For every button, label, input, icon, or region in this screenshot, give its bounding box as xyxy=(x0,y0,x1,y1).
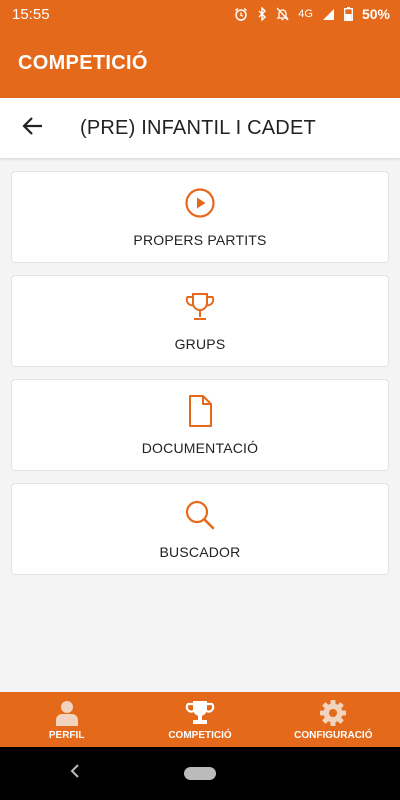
bottom-navigation: PERFIL COMPETICIÓ CONFIGURACIÓ xyxy=(0,692,400,747)
document-icon xyxy=(186,394,214,428)
menu-item-grups[interactable]: GRUPS xyxy=(11,275,389,367)
search-icon xyxy=(184,498,216,532)
menu-item-label: BUSCADOR xyxy=(159,544,241,560)
alarm-icon xyxy=(234,7,248,21)
system-back-icon[interactable] xyxy=(68,763,82,784)
battery-icon xyxy=(344,7,353,21)
menu-item-propers-partits[interactable]: PROPERS PARTITS xyxy=(11,171,389,263)
nav-item-configuracio[interactable]: CONFIGURACIÓ xyxy=(267,692,400,747)
arrow-left-icon xyxy=(22,116,44,141)
nav-label: CONFIGURACIÓ xyxy=(294,729,373,741)
nav-item-competicio[interactable]: COMPETICIÓ xyxy=(133,692,266,747)
sub-header: (PRE) INFANTIL I CADET xyxy=(0,98,400,158)
app-bar: COMPETICIÓ xyxy=(0,28,400,98)
status-bar: 15:55 4G 50% xyxy=(0,0,400,28)
network-type: 4G xyxy=(298,8,313,20)
gear-icon xyxy=(319,699,347,727)
nav-label: PERFIL xyxy=(48,729,85,741)
menu-item-label: DOCUMENTACIÓ xyxy=(141,440,259,456)
nav-label: COMPETICIÓ xyxy=(168,729,232,741)
notifications-off-icon xyxy=(276,7,289,21)
play-circle-icon xyxy=(184,186,216,220)
page-title: (PRE) INFANTIL I CADET xyxy=(80,116,316,139)
battery-percent: 50% xyxy=(361,6,390,22)
status-icons: 4G 50% xyxy=(234,6,390,22)
menu-item-buscador[interactable]: BUSCADOR xyxy=(11,483,389,575)
trophy-icon xyxy=(183,290,217,324)
trophy-icon xyxy=(185,699,215,727)
app-title: COMPETICIÓ xyxy=(18,51,148,74)
status-time: 15:55 xyxy=(12,5,50,23)
person-icon xyxy=(55,699,79,727)
menu-item-label: GRUPS xyxy=(174,336,226,352)
menu-item-label: PROPERS PARTITS xyxy=(133,232,267,248)
menu-list: PROPERS PARTITS GRUPS DOCUMENTACIÓ BUSCA… xyxy=(11,171,389,587)
signal-icon xyxy=(322,8,335,21)
system-home-button[interactable] xyxy=(184,767,216,780)
nav-item-perfil[interactable]: PERFIL xyxy=(0,692,133,747)
menu-item-documentacio[interactable]: DOCUMENTACIÓ xyxy=(11,379,389,471)
bluetooth-icon xyxy=(257,7,267,21)
system-navigation-bar xyxy=(0,747,400,800)
back-button[interactable] xyxy=(18,113,48,143)
